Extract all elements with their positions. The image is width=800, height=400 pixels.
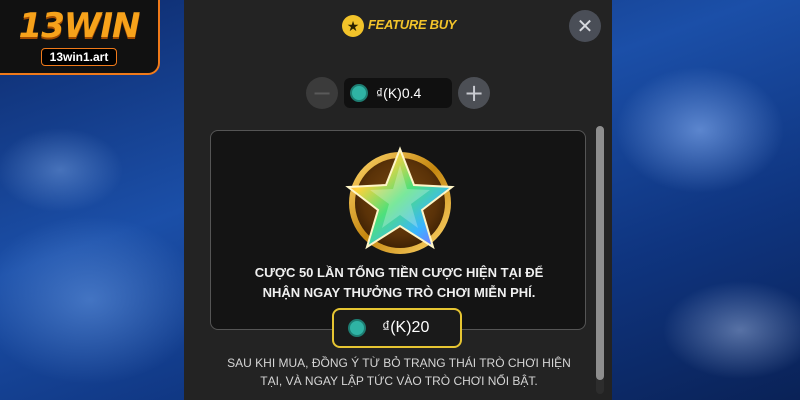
brand-url: 13win1.art (40, 47, 118, 66)
plus-icon: + (463, 79, 485, 107)
dialog-title: FEATURE BUY (368, 17, 457, 32)
coin-icon (350, 84, 368, 102)
close-icon: ✕ (576, 15, 594, 38)
feature-card: CƯỢC 50 LẦN TỔNG TIỀN CƯỢC HIỆN TẠI ĐỂ N… (210, 130, 586, 330)
feature-price: ₫(K)20 (382, 319, 430, 336)
minus-icon: − (311, 79, 333, 107)
feature-buy-dialog: ★ FEATURE BUY ✕ − ₫(K)0.4 + CƯỢC 50 LẦN … (184, 0, 612, 400)
dialog-header: ★ FEATURE BUY ✕ (184, 0, 612, 54)
decrease-bet-button[interactable]: − (306, 77, 338, 109)
brand-logo: 13WIN 13win1.art (0, 0, 160, 75)
brand-name: 13WIN (18, 5, 141, 46)
feature-description-line-2: NHẬN NGAY THƯỞNG TRÒ CHƠI MIỄN PHÍ. (262, 285, 536, 300)
coin-icon (348, 319, 366, 337)
scrollbar[interactable] (596, 126, 604, 394)
bet-stepper: − ₫(K)0.4 + (306, 77, 496, 111)
purchase-notice: SAU KHI MUA, ĐỒNG Ý TỪ BỎ TRẠNG THÁI TRÒ… (204, 354, 594, 390)
feature-description-line-1: CƯỢC 50 LẦN TỔNG TIỀN CƯỢC HIỆN TẠI ĐỂ (254, 265, 544, 280)
buy-feature-button[interactable]: ₫(K)20 (332, 308, 462, 348)
purchase-notice-line-2: TẠI, VÀ NGAY LẬP TỨC VÀO TRÒ CHƠI NỔI BẬ… (260, 374, 538, 388)
increase-bet-button[interactable]: + (458, 77, 490, 109)
bet-value-display: ₫(K)0.4 (344, 78, 452, 108)
rainbow-star-medal-icon (345, 146, 455, 254)
feature-description: CƯỢC 50 LẦN TỔNG TIỀN CƯỢC HIỆN TẠI ĐỂ N… (231, 263, 567, 303)
close-button[interactable]: ✕ (569, 10, 601, 42)
purchase-notice-line-1: SAU KHI MUA, ĐỒNG Ý TỪ BỎ TRẠNG THÁI TRÒ… (227, 356, 571, 370)
star-icon: ★ (342, 15, 364, 37)
scrollbar-thumb[interactable] (596, 126, 604, 380)
bet-value: ₫(K)0.4 (376, 85, 422, 101)
